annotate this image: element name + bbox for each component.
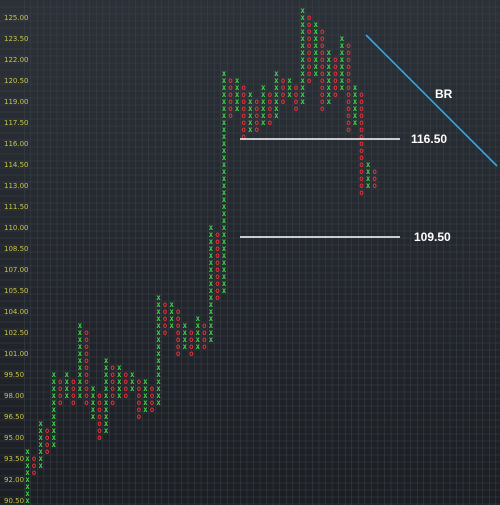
x-box-mark: x	[130, 370, 135, 379]
y-tick-label: 92.00	[4, 476, 24, 484]
o-box-mark: o	[137, 377, 142, 386]
y-tick-label: 102.50	[4, 329, 29, 337]
y-tick-label: 90.50	[4, 497, 24, 505]
x-box-mark: x	[248, 90, 253, 99]
br-label: BR	[435, 87, 453, 101]
y-tick-label: 114.50	[4, 161, 29, 169]
x-box-mark: x	[327, 48, 332, 57]
y-tick-label: 113.00	[4, 182, 29, 190]
bearish-resistance-line	[365, 34, 498, 167]
o-box-mark: o	[97, 391, 102, 400]
o-box-mark: o	[84, 328, 89, 337]
y-tick-label: 95.00	[4, 434, 24, 442]
o-box-mark: o	[45, 426, 50, 435]
x-box-mark: x	[366, 160, 371, 169]
o-box-mark: o	[254, 97, 259, 106]
o-box-mark: o	[32, 454, 37, 463]
o-box-mark: o	[110, 363, 115, 372]
y-tick-label: 111.50	[4, 203, 29, 211]
x-box-mark: x	[274, 69, 279, 78]
y-tick-label: 105.50	[4, 287, 29, 295]
o-box-mark: o	[268, 90, 273, 99]
o-box-mark: o	[150, 384, 155, 393]
o-box-mark: o	[58, 377, 63, 386]
y-tick-label: 107.00	[4, 266, 29, 274]
o-box-mark: o	[228, 76, 233, 85]
y-tick-label: 98.00	[4, 392, 24, 400]
x-box-mark: x	[65, 370, 70, 379]
o-box-mark: o	[215, 230, 220, 239]
o-box-mark: o	[307, 13, 312, 22]
annotations: 116.50 109.50 BR	[240, 34, 498, 244]
x-box-mark: x	[313, 20, 318, 29]
y-tick-label: 119.00	[4, 98, 29, 106]
o-box-mark: o	[123, 370, 128, 379]
level-label-109-50: 109.50	[414, 230, 451, 244]
x-box-mark: x	[38, 419, 43, 428]
x-box-mark: x	[287, 76, 292, 85]
x-box-mark: x	[209, 223, 214, 232]
y-tick-label: 125.00	[4, 14, 29, 22]
x-box-mark: x	[340, 34, 345, 43]
x-box-mark: x	[222, 69, 227, 78]
y-tick-label: 123.50	[4, 35, 29, 43]
level-label-116-50: 116.50	[411, 132, 447, 146]
o-box-mark: o	[71, 377, 76, 386]
o-box-mark: o	[320, 27, 325, 36]
y-tick-label: 96.50	[4, 413, 24, 421]
y-tick-label: 108.50	[4, 245, 29, 253]
y-tick-label: 101.00	[4, 350, 29, 358]
o-box-mark: o	[281, 76, 286, 85]
pnf-chart: 125.00 123.50 122.00 120.50 119.00 117.50 116.…	[0, 0, 500, 505]
y-tick-label: 122.00	[4, 56, 29, 64]
o-box-mark: o	[163, 300, 168, 309]
x-box-mark: x	[104, 356, 109, 365]
x-box-mark: x	[143, 377, 148, 386]
x-box-mark: x	[169, 300, 174, 309]
y-tick-label: 93.50	[4, 455, 24, 463]
x-box-mark: x	[156, 293, 161, 302]
o-box-mark: o	[346, 41, 351, 50]
o-box-mark: o	[294, 83, 299, 92]
x-box-mark: x	[261, 83, 266, 92]
x-box-mark: x	[117, 363, 122, 372]
o-box-mark: o	[189, 328, 194, 337]
o-box-mark: o	[241, 83, 246, 92]
o-box-mark: o	[372, 167, 377, 176]
y-tick-label: 120.50	[4, 77, 29, 85]
x-box-mark: x	[182, 321, 187, 330]
x-box-mark: x	[78, 321, 83, 330]
y-tick-label: 104.00	[4, 308, 29, 316]
y-tick-label: 110.00	[4, 224, 29, 232]
x-box-mark: x	[25, 447, 30, 456]
y-tick-label: 117.50	[4, 119, 29, 127]
o-box-mark: o	[202, 321, 207, 330]
y-tick-label: 99.50	[4, 371, 24, 379]
y-axis-ticks: 125.00 123.50 122.00 120.50 119.00 117.50 116.…	[4, 14, 29, 505]
x-box-mark: x	[235, 76, 240, 85]
y-tick-label: 116.00	[4, 140, 29, 148]
x-box-mark: x	[196, 314, 201, 323]
grid	[0, 0, 500, 505]
x-box-mark: x	[51, 370, 56, 379]
x-box-mark: x	[353, 83, 358, 92]
chart-canvas: 125.00 123.50 122.00 120.50 119.00 117.50 116.…	[0, 0, 500, 505]
x-box-mark: x	[300, 6, 305, 15]
o-box-mark: o	[176, 307, 181, 316]
o-box-mark: o	[359, 90, 364, 99]
o-box-mark: o	[333, 55, 338, 64]
x-box-mark: x	[91, 384, 96, 393]
